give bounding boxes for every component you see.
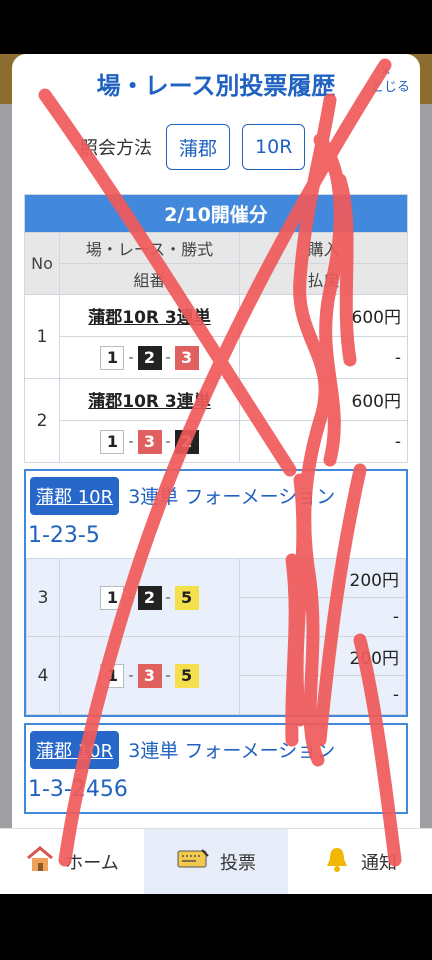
formation-type: 3連単 フォーメーション xyxy=(128,486,336,508)
bet-history-modal: 場・レース別投票履歴 ✕ とじる 照会方法 蒲郡 10R 2/10開催分 No … xyxy=(12,54,420,828)
amount-value: 600円 xyxy=(239,378,408,421)
close-label: とじる xyxy=(370,80,410,95)
combo-display: 1- 2- 5 xyxy=(100,585,199,610)
table-row: 3 1- 2- 5 200円 xyxy=(26,558,406,637)
formation-combo: 1-23-5 xyxy=(28,523,100,548)
payout-value: - xyxy=(239,420,408,463)
race-link[interactable]: 蒲郡10R 3連単 xyxy=(88,308,211,328)
tab-notify-label: 通知 xyxy=(361,852,397,874)
modal-title: 場・レース別投票履歴 xyxy=(96,72,336,100)
query-method-row: 照会方法 蒲郡 10R xyxy=(80,124,306,170)
combo-display: 1- 2- 3 xyxy=(100,345,199,370)
formation-venue-link[interactable]: 蒲郡 10R xyxy=(30,477,120,515)
tab-notify[interactable]: 通知 xyxy=(288,829,432,894)
row-no: 3 xyxy=(26,558,60,637)
combo-num: 2 xyxy=(174,429,199,454)
col-payout-header: 払戻 xyxy=(239,263,408,295)
combo-display: 1- 3- 2 xyxy=(100,429,199,454)
close-icon: ✕ xyxy=(380,64,392,78)
ticket-icon xyxy=(176,846,210,877)
tab-home-label: ホーム xyxy=(65,852,119,874)
bell-icon xyxy=(323,845,351,878)
query-method-label: 照会方法 xyxy=(80,138,152,159)
combo-num: 1 xyxy=(100,429,125,454)
home-icon xyxy=(25,845,55,878)
formation-table: 3 1- 2- 5 200円 - 4 1 - 3 - 5 200円 - xyxy=(26,558,406,715)
col-amount-header: 購入 xyxy=(239,232,408,264)
race-link[interactable]: 蒲郡10R 3連単 xyxy=(88,392,211,412)
payout-value: - xyxy=(239,336,408,379)
row-no: 1 xyxy=(24,294,60,379)
combo-num: 1 xyxy=(100,663,125,688)
venue-select-button[interactable]: 蒲郡 xyxy=(166,124,231,170)
date-header: 2/10開催分 xyxy=(24,194,408,233)
close-button[interactable]: ✕ とじる xyxy=(370,64,410,95)
table-row: 4 1- 3- 5 200円 xyxy=(26,636,406,715)
col-combo-header: 組番 xyxy=(59,263,240,295)
amount-value: 600円 xyxy=(239,294,408,337)
payout-value: - xyxy=(239,675,406,715)
tab-vote[interactable]: 投票 xyxy=(144,829,288,894)
col-no-header: No xyxy=(24,232,60,295)
table-row: 2 蒲郡10R 3連単 600円 xyxy=(24,378,408,463)
tab-home[interactable]: ホーム xyxy=(0,829,144,894)
combo-num: 2 xyxy=(137,585,162,610)
formation-block: 蒲郡 10R 3連単 フォーメーション 1-23-5 3 1- 2- 5 200… xyxy=(24,469,408,717)
row-no: 4 xyxy=(26,636,60,715)
race-select-button[interactable]: 10R xyxy=(242,124,306,170)
formation-type: 3連単 フォーメーション xyxy=(128,740,336,762)
combo-num: 1 xyxy=(100,585,125,610)
combo-num: 3 xyxy=(137,663,162,688)
combo-num: 5 xyxy=(174,663,199,688)
formation-combo: 1-3-2456 xyxy=(28,777,128,802)
table-row: 1 蒲郡10R 3連単 600円 xyxy=(24,294,408,379)
combo-num: 3 xyxy=(174,345,199,370)
combo-num: 3 xyxy=(137,429,162,454)
combo-num: 5 xyxy=(174,585,199,610)
payout-value: - xyxy=(239,597,406,637)
bottom-nav: ホーム 投票 通知 xyxy=(0,828,432,894)
formation-block: 蒲郡 10R 3連単 フォーメーション 1-3-2456 xyxy=(24,723,408,814)
tab-vote-label: 投票 xyxy=(220,852,256,874)
combo-num: 1 xyxy=(100,345,125,370)
formation-venue-link[interactable]: 蒲郡 10R xyxy=(30,731,120,769)
col-race-header: 場・レース・勝式 xyxy=(59,232,240,264)
amount-value: 200円 xyxy=(239,558,406,598)
history-table: 2/10開催分 No 場・レース・勝式 購入 組番 払戻 1 蒲郡10R 3連単… xyxy=(24,194,408,463)
combo-display: 1- 3- 5 xyxy=(100,663,199,688)
combo-num: 2 xyxy=(137,345,162,370)
amount-value: 200円 xyxy=(239,636,406,676)
row-no: 2 xyxy=(24,378,60,463)
history-scroll-area[interactable]: 2/10開催分 No 場・レース・勝式 購入 組番 払戻 1 蒲郡10R 3連単… xyxy=(24,194,408,814)
status-bar xyxy=(0,0,432,54)
